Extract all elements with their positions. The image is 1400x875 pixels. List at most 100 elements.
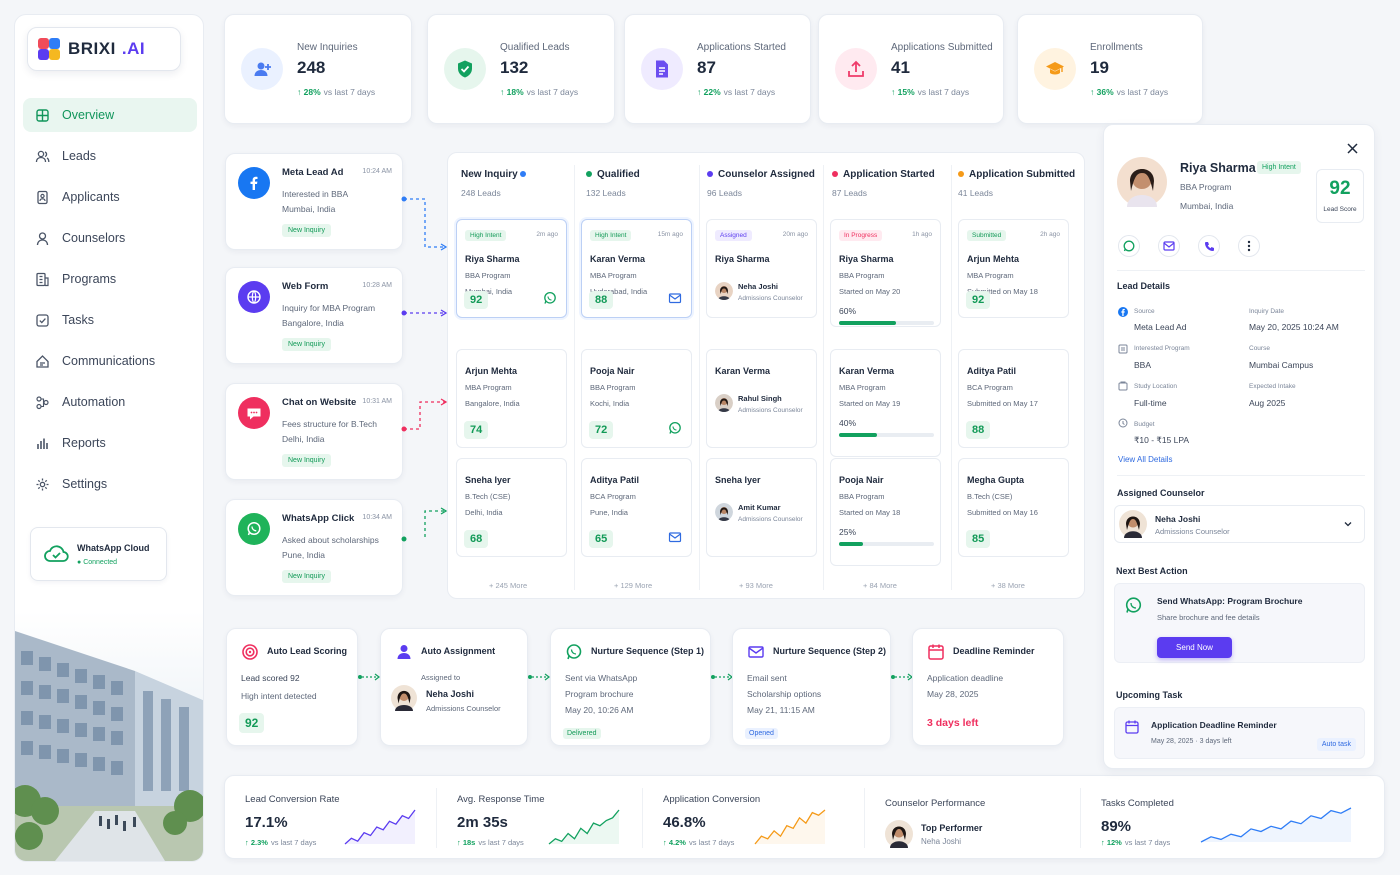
metric-card-avg-response-time[interactable]: Avg. Response Time 2m 35s ↑ 18s vs last 7 d… xyxy=(437,776,643,860)
metric-card-application-conversion[interactable]: Application Conversion 46.8% ↑ 4.2% vs last… xyxy=(643,776,865,860)
nav-item-label: Overview xyxy=(62,108,115,122)
mail-icon[interactable] xyxy=(668,291,682,305)
whatsapp-button[interactable] xyxy=(1118,235,1140,257)
lead-name: Riya Sharma xyxy=(1180,161,1256,175)
nav-item-automation[interactable]: Automation xyxy=(23,385,197,419)
automation-step-4[interactable]: Nurture Sequence (Step 2) Email sent Schol… xyxy=(732,628,891,746)
source-key: Source xyxy=(1134,308,1155,315)
lead-detail: Kochi, India xyxy=(590,399,630,408)
source-time: 10:34 AM xyxy=(362,514,392,521)
kpi-card-applications-started[interactable]: Applications Started 87 ↑ 22% vs last 7 day… xyxy=(624,14,811,124)
show-more-link[interactable]: + 129 More xyxy=(614,581,652,590)
kpi-card-applications-submitted[interactable]: Applications Submitted 41 ↑ 15% vs last 7 d… xyxy=(818,14,1004,124)
counselor-select[interactable]: Neha Joshi Admissions Counselor xyxy=(1114,505,1365,543)
lead-program: MBA Program xyxy=(839,383,886,392)
lead-card[interactable]: High Intent 15m ago Karan Verma MBA Program… xyxy=(581,219,692,318)
column-divider xyxy=(699,165,700,590)
automation-step-1[interactable]: Auto Lead Scoring Lead scored 92 High inte… xyxy=(226,628,358,746)
lead-name: Riya Sharma xyxy=(839,254,894,264)
show-more-link[interactable]: + 84 More xyxy=(863,581,897,590)
nav-item-applicants[interactable]: Applicants xyxy=(23,180,197,214)
source-title: WhatsApp Click xyxy=(282,513,355,524)
source-connectors xyxy=(401,196,448,540)
brand-logo[interactable]: BRIXI .AI xyxy=(27,27,181,71)
whatsapp-cloud-status[interactable]: WhatsApp Cloud ● Connected xyxy=(30,527,167,581)
lead-card[interactable]: Submitted 2h ago Arjun Mehta MBA Program Sub… xyxy=(958,219,1069,318)
lead-card[interactable]: Megha Gupta B.Tech (CSE) Submitted on May … xyxy=(958,458,1069,557)
kpi-value: 19 xyxy=(1090,57,1109,77)
nav-item-counselors[interactable]: Counselors xyxy=(23,221,197,255)
view-all-details-link[interactable]: View All Details xyxy=(1118,455,1173,464)
more-options-button[interactable] xyxy=(1238,235,1260,257)
automation-step-2[interactable]: Auto Assignment Assigned to Neha Joshi Admi… xyxy=(380,628,528,746)
step-line: Sent via WhatsApp xyxy=(565,673,638,683)
lead-name: Sneha Iyer xyxy=(465,475,511,485)
call-button[interactable] xyxy=(1198,235,1220,257)
lead-score: 88 xyxy=(966,421,991,439)
lead-source-card-meta-lead-ad[interactable]: Meta Lead Ad 10:24 AM Interested in BBA Mum… xyxy=(225,153,403,250)
lead-card[interactable]: Sneha Iyer B.Tech (CSE) Delhi, India 68 xyxy=(456,458,567,557)
nav-item-tasks[interactable]: Tasks xyxy=(23,303,197,337)
whatsapp-icon[interactable] xyxy=(543,291,557,305)
brand-name: BRIXI .AI xyxy=(68,39,146,58)
pipeline-column-title[interactable]: Application Submitted xyxy=(958,169,1075,180)
mail-icon[interactable] xyxy=(668,530,682,544)
show-more-link[interactable]: + 93 More xyxy=(739,581,773,590)
kpi-card-new-inquiries[interactable]: New Inquiries 248 ↑ 28% vs last 7 days xyxy=(224,14,412,124)
next-best-action-heading: Next Best Action xyxy=(1116,566,1188,576)
kpi-card-qualified-leads[interactable]: Qualified Leads 132 ↑ 18% vs last 7 days xyxy=(427,14,615,124)
lead-card[interactable]: High Intent 2m ago Riya Sharma BBA Program M… xyxy=(456,219,567,318)
metric-card-tasks-completed[interactable]: Tasks Completed 89% ↑ 12% vs last 7 days xyxy=(1081,776,1386,860)
nav-item-leads[interactable]: Leads xyxy=(23,139,197,173)
lead-card[interactable]: Sneha Iyer Amit Kumar Admissions Counselor xyxy=(706,458,817,557)
lead-card[interactable]: Pooja Nair BBA Program Started on May 18 25… xyxy=(830,458,941,566)
progress-fill xyxy=(839,542,863,546)
lead-source-card-whatsapp-click[interactable]: WhatsApp Click 10:34 AM Asked about schola… xyxy=(225,499,403,596)
whatsapp-icon[interactable] xyxy=(668,421,682,435)
kpi-label: New Inquiries xyxy=(297,41,358,53)
lead-card[interactable]: Aditya Patil BCA Program Pune, India 65 xyxy=(581,458,692,557)
lead-score: 92 xyxy=(966,291,991,309)
pipeline-column-title[interactable]: New Inquiry xyxy=(461,169,531,180)
kpi-delta: ↑ 36% vs last 7 days xyxy=(1090,86,1169,97)
nav-item-reports[interactable]: Reports xyxy=(23,426,197,460)
whatsapp-icon xyxy=(566,644,582,660)
lead-card[interactable]: Karan Verma MBA Program Started on May 19 4… xyxy=(830,349,941,457)
whatsapp-icon xyxy=(1125,597,1142,613)
lead-card[interactable]: Pooja Nair BBA Program Kochi, India 72 xyxy=(581,349,692,448)
pipeline-column-title[interactable]: Qualified xyxy=(586,169,640,180)
lead-card[interactable]: Assigned 20m ago Riya Sharma Neha Joshi Admi… xyxy=(706,219,817,318)
lead-source-card-web-form[interactable]: Web Form 10:28 AM Inquiry for MBA Program B… xyxy=(225,267,403,364)
show-more-link[interactable]: + 38 More xyxy=(991,581,1025,590)
progress-percent: 40% xyxy=(839,418,857,428)
nav-item-overview[interactable]: Overview xyxy=(23,98,197,132)
automation-step-3[interactable]: Nurture Sequence (Step 1) Sent via WhatsA… xyxy=(550,628,711,746)
kpi-card-enrollments[interactable]: Enrollments 19 ↑ 36% vs last 7 days xyxy=(1017,14,1203,124)
lead-detail: Submitted on May 17 xyxy=(967,399,1038,408)
show-more-link[interactable]: + 245 More xyxy=(489,581,527,590)
lead-card[interactable]: Arjun Mehta MBA Program Bangalore, India 74 xyxy=(456,349,567,448)
nav-item-communications[interactable]: Communications xyxy=(23,344,197,378)
lead-name: Karan Verma xyxy=(715,366,771,376)
kpi-value: 248 xyxy=(297,57,326,77)
lead-card[interactable]: In Progress 1h ago Riya Sharma BBA Program S… xyxy=(830,219,941,327)
pipeline-column-title[interactable]: Counselor Assigned xyxy=(707,169,815,180)
nav-item-label: Settings xyxy=(62,477,108,491)
send-now-button[interactable]: Send Now xyxy=(1157,637,1232,658)
automation-step-5[interactable]: Deadline Reminder Application deadline May… xyxy=(912,628,1064,746)
close-icon[interactable] xyxy=(1347,143,1358,154)
nav-item-settings[interactable]: Settings xyxy=(23,467,197,501)
upcoming-task-card[interactable]: Application Deadline Reminder May 28, 20… xyxy=(1114,707,1365,759)
kpi-label: Enrollments xyxy=(1090,41,1143,53)
pipeline-column-title[interactable]: Application Started xyxy=(832,169,935,180)
nav-item-programs[interactable]: Programs xyxy=(23,262,197,296)
lead-name: Arjun Mehta xyxy=(967,254,1020,264)
more-vertical-icon xyxy=(1247,240,1251,252)
metric-card-lead-conversion-rate[interactable]: Lead Conversion Rate 17.1% ↑ 2.3% vs last 7… xyxy=(225,776,437,860)
lead-source-card-chat-on-website[interactable]: Chat on Website 10:31 AM Fees structure fo… xyxy=(225,383,403,480)
metric-card-counselor-performance[interactable]: Counselor Performance Top Performer Neha J… xyxy=(865,776,1081,860)
lead-card[interactable]: Karan Verma Rahul Singh Admissions Counsel… xyxy=(706,349,817,448)
sparkline-area xyxy=(345,810,415,844)
email-button[interactable] xyxy=(1158,235,1180,257)
lead-card[interactable]: Aditya Patil BCA Program Submitted on May … xyxy=(958,349,1069,448)
